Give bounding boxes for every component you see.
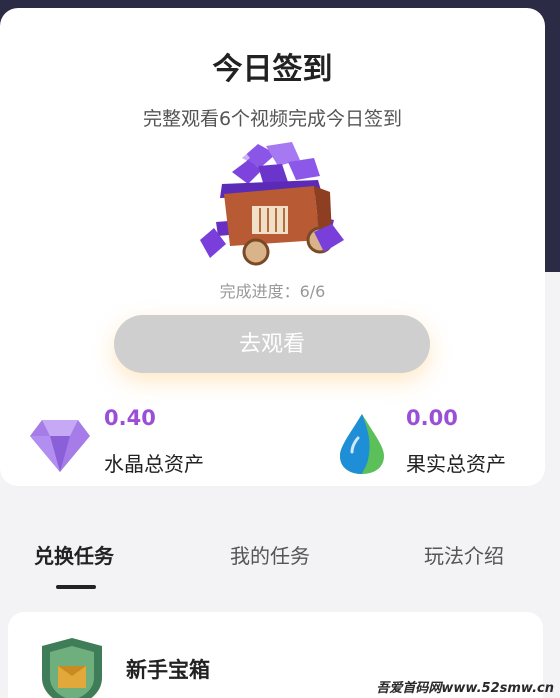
watermark-text: 吾爱首码网www.52smw.cn <box>376 681 554 696</box>
mine-cart-icon <box>200 142 344 266</box>
treasure-badge-icon <box>42 638 102 698</box>
crystal-total-label: 水晶总资产 <box>104 452 204 476</box>
active-tab-indicator <box>56 585 96 589</box>
watch-button[interactable]: 去观看 <box>114 315 430 373</box>
fruit-total-value: 0.00 <box>406 406 458 430</box>
checkin-subtitle: 完整观看6个视频完成今日签到 <box>142 108 403 130</box>
crystal-total-value: 0.40 <box>104 406 156 430</box>
checkin-card: 今日签到 完整观看6个视频完成今日签到 完成进度：6/6 去观看 0.40 水晶… <box>0 8 545 486</box>
tab-my-tasks[interactable]: 我的任务 <box>230 540 310 569</box>
tab-exchange-tasks[interactable]: 兑换任务 <box>34 540 114 569</box>
page-title: 今日签到 <box>212 52 333 87</box>
task-tabs: 兑换任务 我的任务 玩法介绍 <box>0 540 560 590</box>
tab-how-to-play[interactable]: 玩法介绍 <box>424 540 504 569</box>
water-drop-icon <box>340 414 384 474</box>
task-title: 新手宝箱 <box>126 658 210 682</box>
progress-text: 完成进度：6/6 <box>219 282 326 301</box>
crystal-icon <box>30 420 90 472</box>
fruit-total-label: 果实总资产 <box>406 452 506 476</box>
